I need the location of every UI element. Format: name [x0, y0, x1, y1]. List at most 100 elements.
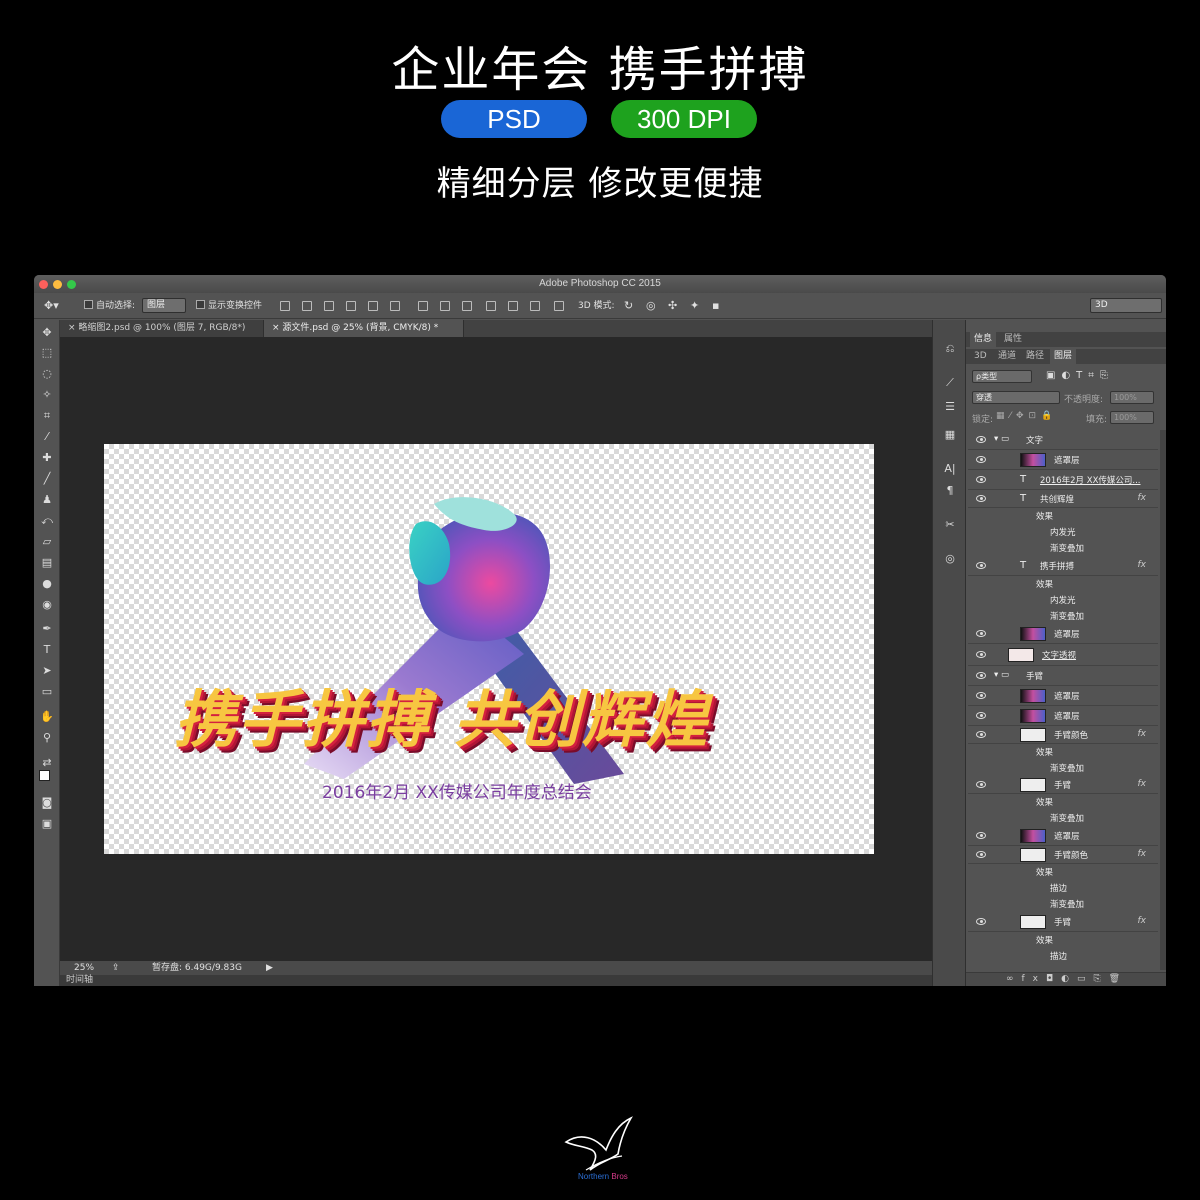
- magic-wand-tool-icon[interactable]: ✧: [40, 388, 54, 402]
- brush-tool-icon[interactable]: ╱: [40, 472, 54, 486]
- visibility-eye-icon[interactable]: [976, 672, 986, 679]
- layer-row[interactable]: 效果: [968, 508, 1158, 524]
- fill-input[interactable]: 100%: [1110, 411, 1154, 424]
- blend-mode-dropdown[interactable]: 穿透: [972, 391, 1060, 404]
- hand-tool-icon[interactable]: ✋: [40, 710, 54, 724]
- align-top-icon[interactable]: [280, 301, 290, 311]
- visibility-eye-icon[interactable]: [976, 495, 986, 502]
- zoom-tool-icon[interactable]: ⚲: [40, 731, 54, 745]
- layer-row[interactable]: 遮罩层: [968, 450, 1158, 470]
- visibility-eye-icon[interactable]: [976, 851, 986, 858]
- layers-scrollbar[interactable]: [1160, 430, 1166, 970]
- visibility-eye-icon[interactable]: [976, 436, 986, 443]
- tab-source-doc[interactable]: × 源文件.psd @ 25% (背景, CMYK/8) *: [264, 320, 464, 337]
- folder-icon[interactable]: ▾ ▭: [994, 670, 1009, 680]
- minimize-window-button[interactable]: [53, 280, 62, 289]
- timeline-panel-tab[interactable]: 时间轴: [60, 975, 932, 986]
- distribute-vcenter-icon[interactable]: [440, 301, 450, 311]
- layer-row[interactable]: 描边: [968, 880, 1158, 896]
- visibility-eye-icon[interactable]: [976, 692, 986, 699]
- visibility-eye-icon[interactable]: [976, 630, 986, 637]
- 3d-pan-icon[interactable]: ✣: [668, 299, 677, 313]
- visibility-eye-icon[interactable]: [976, 712, 986, 719]
- adjustments-panel-icon[interactable]: ☰: [941, 400, 959, 414]
- distribute-top-icon[interactable]: [418, 301, 428, 311]
- swap-colors-icon[interactable]: ⇄: [40, 756, 54, 770]
- layer-row[interactable]: 效果: [968, 932, 1158, 948]
- type-tool-icon[interactable]: T: [40, 643, 54, 657]
- swatches-panel-icon[interactable]: ▦: [941, 428, 959, 442]
- stamp-tool-icon[interactable]: ♟: [40, 493, 54, 507]
- fx-badge[interactable]: fx: [1138, 493, 1147, 503]
- align-right-icon[interactable]: [390, 301, 400, 311]
- fx-badge[interactable]: fx: [1138, 779, 1147, 789]
- tab-paths[interactable]: 路径: [1022, 349, 1048, 364]
- distribute-bottom-icon[interactable]: [462, 301, 472, 311]
- gradient-tool-icon[interactable]: ▤: [40, 556, 54, 570]
- auto-align-icon[interactable]: [554, 301, 564, 311]
- lock-icons[interactable]: ▦⁄✥⊡🔒: [996, 411, 1057, 421]
- align-vcenter-icon[interactable]: [302, 301, 312, 311]
- libraries-panel-icon[interactable]: ◎: [941, 552, 959, 566]
- fx-badge[interactable]: fx: [1138, 729, 1147, 739]
- status-menu-arrow-icon[interactable]: ▶: [266, 961, 273, 975]
- blur-tool-icon[interactable]: ●: [40, 577, 54, 591]
- visibility-eye-icon[interactable]: [976, 832, 986, 839]
- distribute-left-icon[interactable]: [486, 301, 496, 311]
- layer-filter-dropdown[interactable]: ρ类型: [972, 370, 1032, 383]
- visibility-eye-icon[interactable]: [976, 731, 986, 738]
- brush-panel-icon[interactable]: ⟋: [941, 376, 959, 390]
- maximize-window-button[interactable]: [67, 280, 76, 289]
- layer-row[interactable]: ▾ ▭ 文字: [968, 430, 1158, 450]
- opacity-input[interactable]: 100%: [1110, 391, 1154, 404]
- layer-row[interactable]: T 共创辉煌 fx: [968, 490, 1158, 508]
- folder-icon[interactable]: ▾ ▭: [994, 434, 1009, 444]
- tab-thumbnail-doc[interactable]: × 略缩图2.psd @ 100% (图层 7, RGB/8*): [60, 320, 264, 337]
- screen-mode-icon[interactable]: ▣: [40, 817, 54, 831]
- filter-type-icons[interactable]: ▣◐T⌗⎘: [1046, 370, 1114, 381]
- healing-brush-tool-icon[interactable]: ✚: [40, 451, 54, 465]
- tab-channels[interactable]: 通道: [994, 349, 1020, 364]
- history-panel-icon[interactable]: ⎌: [941, 342, 959, 356]
- layer-row[interactable]: 手臂颜色 fx: [968, 846, 1158, 864]
- close-window-button[interactable]: [39, 280, 48, 289]
- align-bottom-icon[interactable]: [324, 301, 334, 311]
- layer-row[interactable]: 手臂 fx: [968, 912, 1158, 932]
- visibility-eye-icon[interactable]: [976, 456, 986, 463]
- layer-row[interactable]: 手臂 fx: [968, 776, 1158, 794]
- distribute-right-icon[interactable]: [530, 301, 540, 311]
- tool-presets-icon[interactable]: ✂: [941, 518, 959, 532]
- layer-row[interactable]: 内发光: [968, 592, 1158, 608]
- move-tool-icon[interactable]: ✥▾: [44, 299, 59, 313]
- pen-tool-icon[interactable]: ✒: [40, 622, 54, 636]
- canvas[interactable]: 携手拼搏 共创辉煌 2016年2月 XX传媒公司年度总结会: [104, 444, 874, 854]
- crop-tool-icon[interactable]: ⌗: [40, 409, 54, 423]
- layer-row[interactable]: 内发光: [968, 524, 1158, 540]
- visibility-eye-icon[interactable]: [976, 476, 986, 483]
- layer-row[interactable]: 效果: [968, 576, 1158, 592]
- 3d-slide-icon[interactable]: ✦: [690, 299, 699, 313]
- lasso-tool-icon[interactable]: ◌: [40, 367, 54, 381]
- marquee-tool-icon[interactable]: ⬚: [40, 346, 54, 360]
- path-selection-tool-icon[interactable]: ➤: [40, 664, 54, 678]
- layer-row[interactable]: 渐变叠加: [968, 896, 1158, 912]
- layer-row[interactable]: 手臂颜色 fx: [968, 726, 1158, 744]
- layer-row[interactable]: 遮罩层: [968, 624, 1158, 644]
- 3d-scale-icon[interactable]: ▪: [712, 299, 719, 313]
- zoom-level[interactable]: 25%: [74, 961, 94, 975]
- layer-row[interactable]: 效果: [968, 864, 1158, 880]
- distribute-hcenter-icon[interactable]: [508, 301, 518, 311]
- eraser-tool-icon[interactable]: ▱: [40, 535, 54, 549]
- 3d-orbit-icon[interactable]: ↻: [624, 299, 633, 313]
- history-brush-tool-icon[interactable]: ⤺: [40, 514, 54, 528]
- workspace-dropdown[interactable]: 3D: [1090, 298, 1162, 313]
- shape-tool-icon[interactable]: ▭: [40, 685, 54, 699]
- foreground-color-swatch[interactable]: [39, 770, 50, 781]
- layer-row[interactable]: 渐变叠加: [968, 810, 1158, 826]
- align-left-icon[interactable]: [346, 301, 356, 311]
- layer-row[interactable]: ▾ ▭ 手臂: [968, 666, 1158, 686]
- eyedropper-tool-icon[interactable]: ⁄: [40, 430, 54, 444]
- layer-row[interactable]: 文字透视: [968, 644, 1158, 666]
- 3d-roll-icon[interactable]: ◎: [646, 299, 656, 313]
- character-panel-icon[interactable]: A|: [941, 462, 959, 476]
